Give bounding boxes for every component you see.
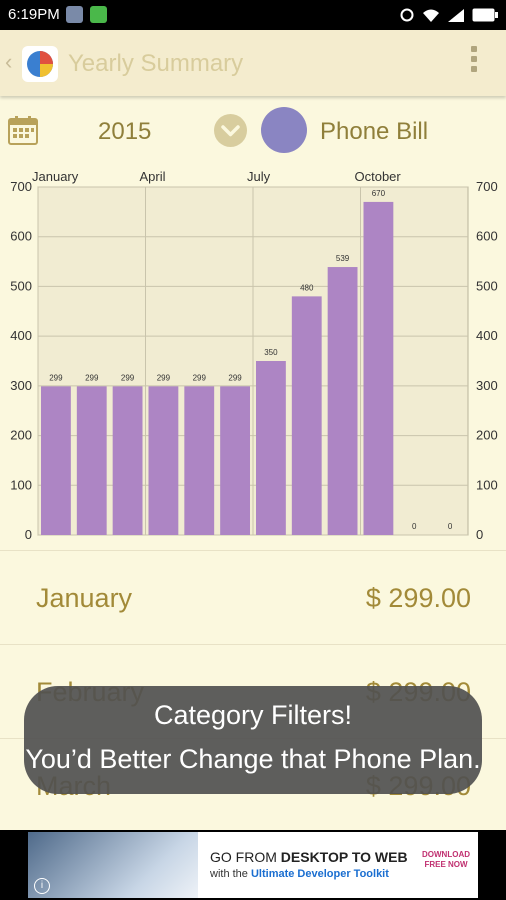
- bar-october: [363, 201, 394, 535]
- app-logo[interactable]: [22, 46, 58, 82]
- category-selector[interactable]: Phone Bill: [320, 118, 428, 146]
- ad-image: [28, 832, 198, 898]
- ad-container: GO FROM DESKTOP TO WEB with the Ultimate…: [0, 830, 506, 900]
- wifi-icon: [423, 9, 439, 22]
- bar-january: [41, 386, 71, 535]
- toast-line-1: Category Filters!: [153, 700, 353, 730]
- status-right-icons: [399, 5, 498, 25]
- toast-message: Category Filters! You’d Better Change th…: [24, 686, 482, 794]
- y-tick-label-right: 400: [476, 328, 498, 343]
- bar-chart: 0 0 100 100 200 200 300 300 400 400 500 500 600 600 70…: [10, 169, 498, 542]
- y-tick-label-left: 300: [10, 378, 32, 393]
- ad-subline: with the Ultimate Developer Toolkit: [210, 868, 389, 880]
- year-dropdown-button[interactable]: [214, 114, 247, 147]
- bar-value-label: 299: [228, 373, 242, 382]
- x-top-label: October: [355, 169, 402, 184]
- ad-cta[interactable]: DOWNLOAD FREE NOW: [418, 850, 474, 870]
- bar-march: [112, 386, 143, 535]
- ad-banner[interactable]: GO FROM DESKTOP TO WEB with the Ultimate…: [28, 832, 478, 898]
- bar-value-label: 299: [49, 373, 63, 382]
- bar-july: [256, 361, 286, 535]
- signal-icon: [448, 9, 464, 22]
- toast-line-2: You’d Better Change that Phone Plan.: [25, 744, 481, 774]
- bar-april: [148, 386, 179, 535]
- screen-title: Yearly Summary: [68, 50, 244, 77]
- bar-value-label: 539: [336, 254, 350, 263]
- y-tick-label-left: 500: [10, 278, 32, 293]
- y-tick-label-right: 200: [476, 428, 498, 443]
- bar-august: [291, 296, 322, 535]
- bar-june: [220, 386, 250, 535]
- category-color-swatch[interactable]: [261, 107, 307, 153]
- y-tick-label-right: 0: [476, 527, 483, 542]
- bar-value-label: 0: [412, 522, 417, 531]
- month-amount: $ 299.00: [365, 583, 471, 613]
- y-tick-label-left: 0: [25, 527, 32, 542]
- battery-icon: [472, 8, 498, 22]
- x-top-label: July: [247, 169, 271, 184]
- y-tick-label-left: 400: [10, 328, 32, 343]
- bar-value-label: 350: [264, 348, 278, 357]
- y-tick-label-left: 600: [10, 229, 32, 244]
- bar-september: [327, 267, 358, 535]
- sync-icon: [400, 8, 414, 22]
- y-tick-label-right: 700: [476, 179, 498, 194]
- y-tick-label-right: 500: [476, 278, 498, 293]
- overflow-menu-icon[interactable]: [470, 46, 478, 78]
- status-time: 6:19PM: [8, 6, 60, 23]
- bar-value-label: 670: [372, 189, 386, 198]
- y-tick-label-left: 200: [10, 428, 32, 443]
- month-name: January: [36, 583, 133, 613]
- filter-row: 2015 Phone Bill: [0, 100, 506, 160]
- bar-value-label: 299: [193, 373, 207, 382]
- chevron-left-icon[interactable]: ‹: [5, 49, 12, 75]
- app-notification-icon: [90, 6, 107, 23]
- bar-may: [184, 386, 215, 535]
- action-bar: ‹ Yearly Summary: [0, 30, 506, 96]
- image-notification-icon: [66, 6, 83, 23]
- calendar-icon[interactable]: [8, 115, 38, 145]
- x-top-label: April: [140, 169, 166, 184]
- info-icon[interactable]: i: [34, 878, 50, 894]
- x-top-label: January: [32, 169, 79, 184]
- y-tick-label-left: 700: [10, 179, 32, 194]
- y-tick-label-right: 300: [476, 378, 498, 393]
- status-bar: 6:19PM: [0, 0, 506, 30]
- y-tick-label-right: 100: [476, 477, 498, 492]
- bar-february: [76, 386, 107, 535]
- ad-headline: GO FROM DESKTOP TO WEB: [210, 849, 408, 865]
- year-selector[interactable]: 2015: [98, 118, 151, 146]
- chevron-down-icon: [221, 125, 240, 137]
- y-tick-label-right: 600: [476, 229, 498, 244]
- bar-value-label: 299: [157, 373, 171, 382]
- list-item[interactable]: January $ 299.00: [0, 550, 506, 644]
- bar-value-label: 299: [121, 373, 135, 382]
- bar-value-label: 299: [85, 373, 99, 382]
- bar-value-label: 480: [300, 283, 314, 292]
- bar-value-label: 0: [448, 522, 453, 531]
- y-tick-label-left: 100: [10, 477, 32, 492]
